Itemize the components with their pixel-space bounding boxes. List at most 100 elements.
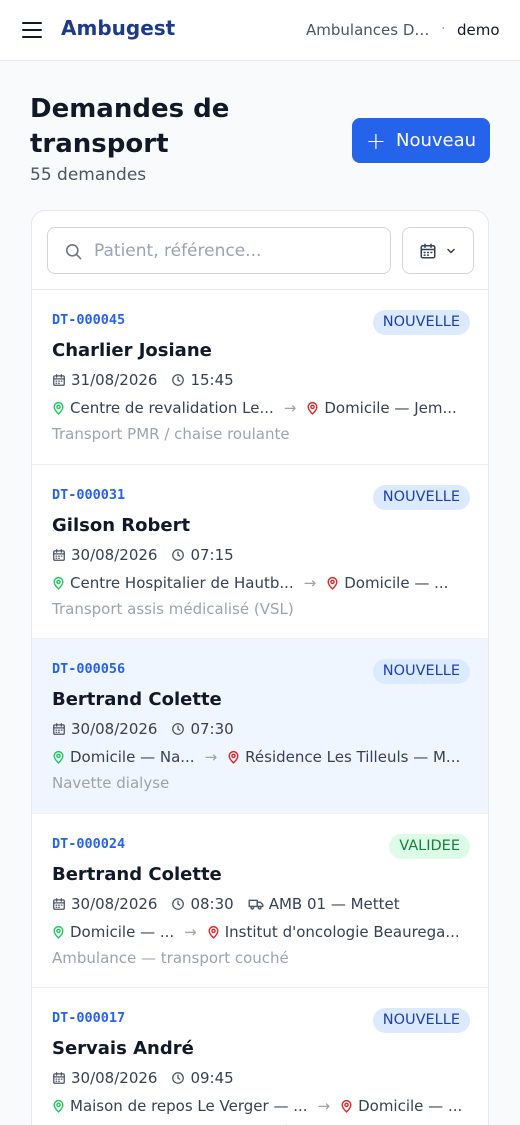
destination-pin-icon bbox=[341, 1099, 352, 1113]
destination-label: Institut d'oncologie Beaurega... bbox=[224, 922, 460, 941]
origin: Domicile — ... bbox=[52, 923, 174, 941]
clock-icon bbox=[172, 723, 185, 735]
date-item: 30/08/2026 bbox=[52, 1069, 157, 1087]
pickup-date: 31/08/2026 bbox=[71, 371, 158, 389]
origin: Centre Hospitalier de Hautb... bbox=[52, 574, 294, 592]
chevron-down-icon bbox=[447, 248, 455, 253]
origin-pin-icon bbox=[53, 750, 64, 764]
destination-pin-icon bbox=[307, 401, 318, 415]
assigned-vehicle: AMB 01 — Mettet bbox=[268, 894, 400, 913]
request-card[interactable]: DT-000056 NOUVELLE Bertrand Colette 30/0… bbox=[32, 639, 488, 814]
time-item: 07:30 bbox=[171, 720, 234, 738]
route-arrow-icon: → bbox=[283, 399, 297, 417]
calendar-icon bbox=[53, 548, 65, 561]
calendar-icon bbox=[53, 723, 65, 735]
date-item: 30/08/2026 bbox=[52, 895, 157, 913]
time-item: 07:15 bbox=[171, 546, 234, 564]
route-arrow-icon: → bbox=[303, 573, 317, 592]
request-reference: DT-000024 bbox=[52, 835, 126, 852]
route-info: Maison de repos Le Verger — ... → Domici… bbox=[52, 1097, 472, 1115]
patient-name: Gilson Robert bbox=[52, 514, 191, 536]
schedule-info: 30/08/2026 07:30 bbox=[52, 720, 248, 738]
origin: Maison de repos Le Verger — ... bbox=[52, 1097, 308, 1115]
destination: Domicile — Jem... bbox=[306, 399, 457, 417]
origin-label: Maison de repos Le Verger — ... bbox=[70, 1097, 308, 1115]
route-info: Domicile — ... → Institut d'oncologie Be… bbox=[52, 923, 472, 941]
pickup-time: 09:45 bbox=[190, 1069, 234, 1087]
search-box[interactable] bbox=[47, 227, 391, 274]
request-card[interactable]: DT-000024 VALIDEE Bertrand Colette 30/08… bbox=[32, 813, 488, 988]
status-badge: VALIDEE bbox=[389, 833, 470, 859]
route-arrow-icon: → bbox=[184, 922, 197, 941]
top-bar: Ambugest Ambulances Dupont Mettet · demo bbox=[0, 0, 520, 61]
transport-type: Transport assis médicalisé (VSL) bbox=[52, 599, 294, 618]
date-item: 30/08/2026 bbox=[52, 720, 157, 738]
time-item: 15:45 bbox=[171, 371, 234, 389]
clock-icon bbox=[172, 548, 185, 561]
pickup-date: 30/08/2026 bbox=[71, 545, 158, 564]
origin: Centre de revalidation Le... bbox=[52, 399, 274, 417]
request-reference: DT-000045 bbox=[52, 312, 126, 328]
origin-pin-icon bbox=[53, 925, 64, 939]
origin-pin-icon bbox=[53, 1099, 64, 1113]
destination-pin-icon bbox=[228, 750, 239, 764]
app-brand[interactable]: Ambugest bbox=[61, 16, 175, 40]
request-card[interactable]: DT-000045 NOUVELLE Charlier Josiane 31/0… bbox=[32, 290, 488, 465]
date-item: 30/08/2026 bbox=[52, 546, 157, 564]
status-badge: NOUVELLE bbox=[372, 484, 470, 510]
new-request-label: Nouveau bbox=[396, 130, 477, 151]
destination: Domicile — ... bbox=[326, 574, 448, 592]
time-item: 09:45 bbox=[171, 1069, 234, 1087]
request-reference: DT-000031 bbox=[52, 486, 126, 503]
origin-label: Domicile — Na... bbox=[70, 748, 195, 766]
origin-label: Centre de revalidation Le... bbox=[70, 399, 274, 417]
schedule-info: 30/08/2026 08:30 AMB 01 — Mettet bbox=[52, 895, 414, 913]
calendar-icon bbox=[53, 897, 65, 910]
origin-label: Centre Hospitalier de Hautb... bbox=[70, 573, 294, 592]
patient-name: Bertrand Colette bbox=[52, 863, 222, 885]
origin-pin-icon bbox=[53, 576, 64, 590]
request-list: DT-000045 NOUVELLE Charlier Josiane 31/0… bbox=[32, 290, 488, 1125]
destination: Résidence Les Tilleuls — M... bbox=[227, 748, 460, 766]
vehicle-item: AMB 01 — Mettet bbox=[248, 895, 400, 913]
clock-icon bbox=[172, 897, 185, 910]
destination-label: Domicile — ... bbox=[344, 573, 449, 592]
origin-label: Domicile — ... bbox=[70, 922, 175, 941]
status-badge: NOUVELLE bbox=[372, 659, 470, 684]
truck-icon bbox=[248, 899, 264, 910]
transport-type: Navette dialyse bbox=[52, 774, 170, 792]
route-arrow-icon: → bbox=[317, 1097, 331, 1115]
pickup-date: 30/08/2026 bbox=[71, 720, 158, 738]
status-badge: NOUVELLE bbox=[372, 310, 470, 335]
destination: Domicile — ... bbox=[340, 1097, 462, 1115]
request-reference: DT-000056 bbox=[52, 661, 126, 677]
schedule-info: 31/08/2026 15:45 bbox=[52, 371, 248, 389]
pickup-time: 08:30 bbox=[190, 894, 234, 913]
requests-panel: DT-000045 NOUVELLE Charlier Josiane 31/0… bbox=[31, 210, 489, 1125]
date-filter-button[interactable] bbox=[402, 227, 474, 274]
patient-name: Servais André bbox=[52, 1038, 194, 1059]
request-count: 55 demandes bbox=[30, 165, 147, 185]
clock-icon bbox=[172, 1072, 185, 1084]
route-info: Centre Hospitalier de Hautb... → Domicil… bbox=[52, 574, 472, 592]
search-input[interactable] bbox=[94, 238, 384, 264]
hamburger-menu-icon[interactable] bbox=[22, 20, 44, 40]
destination-pin-icon bbox=[327, 576, 338, 590]
request-card[interactable]: DT-000017 NOUVELLE Servais André 30/08/2… bbox=[32, 988, 488, 1125]
route-info: Domicile — Na... → Résidence Les Tilleul… bbox=[52, 748, 472, 766]
route-info: Centre de revalidation Le... → Domicile … bbox=[52, 399, 472, 417]
patient-name: Bertrand Colette bbox=[52, 689, 222, 710]
patient-name: Charlier Josiane bbox=[52, 340, 212, 361]
request-card[interactable]: DT-000031 NOUVELLE Gilson Robert 30/08/2… bbox=[32, 464, 488, 639]
schedule-info: 30/08/2026 09:45 bbox=[52, 1069, 248, 1087]
pickup-time: 15:45 bbox=[190, 371, 234, 389]
new-request-button[interactable]: + Nouveau bbox=[352, 118, 490, 163]
time-item: 08:30 bbox=[171, 894, 234, 913]
destination-label: Domicile — Jem... bbox=[324, 399, 457, 417]
calendar-icon bbox=[420, 243, 436, 258]
transport-type: Transport PMR / chaise roulante bbox=[52, 425, 290, 443]
user-menu[interactable]: demo bbox=[457, 21, 500, 39]
pickup-time: 07:30 bbox=[190, 720, 234, 738]
date-item: 31/08/2026 bbox=[52, 371, 157, 389]
clock-icon bbox=[172, 374, 185, 386]
